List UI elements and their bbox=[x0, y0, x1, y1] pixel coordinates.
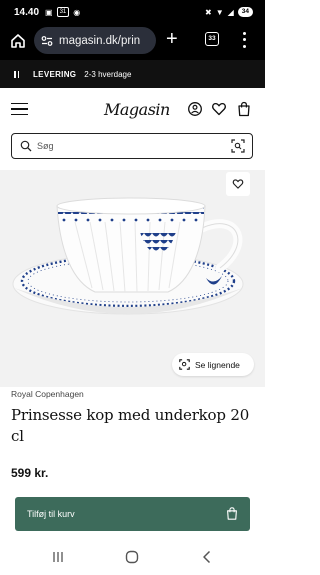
overflow-menu-icon[interactable] bbox=[241, 30, 247, 50]
add-to-cart-button[interactable]: Tilføj til kurv bbox=[15, 497, 250, 531]
delivery-text: 2-3 hverdage bbox=[84, 69, 132, 79]
shopping-bag-icon[interactable] bbox=[236, 101, 252, 117]
heart-icon bbox=[232, 179, 244, 189]
visual-search-icon[interactable] bbox=[231, 139, 245, 153]
new-tab-icon[interactable]: + bbox=[166, 29, 178, 49]
eye-icon: ◉ bbox=[73, 7, 81, 17]
home-button-icon[interactable] bbox=[124, 549, 140, 565]
product-brand[interactable]: Royal Copenhagen bbox=[11, 389, 84, 399]
status-system-icons: ✖ ▼ ◢ 34 bbox=[205, 7, 253, 17]
delivery-label: LEVERING bbox=[33, 69, 77, 79]
hamburger-menu-icon[interactable] bbox=[11, 103, 28, 115]
product-price: 599 kr. bbox=[11, 466, 49, 480]
see-similar-button[interactable]: Se lignende bbox=[172, 353, 254, 376]
product-title: Prinsesse kop med underkop 20 cl bbox=[11, 406, 250, 445]
add-to-cart-label: Tilføj til kurv bbox=[27, 509, 75, 519]
wishlist-heart-icon[interactable] bbox=[211, 101, 227, 117]
status-notification-icons: ▣ 31 ◉ bbox=[45, 7, 80, 17]
wifi-icon: ▼ bbox=[215, 7, 224, 17]
account-icon[interactable] bbox=[187, 101, 203, 117]
see-similar-label: Se lignende bbox=[195, 359, 240, 370]
search-icon bbox=[20, 140, 32, 152]
search-box[interactable] bbox=[11, 133, 253, 159]
battery-level: 34 bbox=[237, 7, 253, 17]
calendar-badge: 31 bbox=[56, 7, 70, 17]
back-icon[interactable] bbox=[199, 549, 215, 565]
address-bar[interactable]: magasin.dk/prin bbox=[34, 27, 156, 54]
signal-icon: ◢ bbox=[227, 7, 234, 17]
search-input[interactable] bbox=[37, 139, 217, 153]
visual-search-icon bbox=[179, 359, 190, 370]
site-logo[interactable]: Magasin bbox=[104, 100, 170, 119]
wishlist-button[interactable] bbox=[226, 172, 250, 196]
site-settings-icon[interactable] bbox=[40, 34, 54, 48]
site-header: Magasin bbox=[0, 88, 265, 132]
tab-switcher-icon[interactable]: 33 bbox=[205, 32, 219, 46]
browser-toolbar: magasin.dk/prin + 33 bbox=[0, 25, 265, 60]
mute-icon: ✖ bbox=[204, 7, 212, 17]
delivery-banner: LEVERING 2-3 hverdage bbox=[0, 60, 265, 88]
url-text: magasin.dk/prin bbox=[59, 34, 141, 47]
system-navigation-bar bbox=[0, 540, 265, 575]
status-time: 14.40 bbox=[14, 7, 40, 18]
home-icon[interactable] bbox=[10, 33, 26, 49]
pause-icon[interactable] bbox=[14, 70, 19, 78]
shopping-bag-icon bbox=[227, 507, 237, 520]
picture-icon: ▣ bbox=[45, 7, 53, 17]
status-bar: 14.40 ▣ 31 ◉ ✖ ▼ ◢ 34 bbox=[0, 0, 265, 25]
recent-apps-icon[interactable] bbox=[50, 549, 66, 565]
